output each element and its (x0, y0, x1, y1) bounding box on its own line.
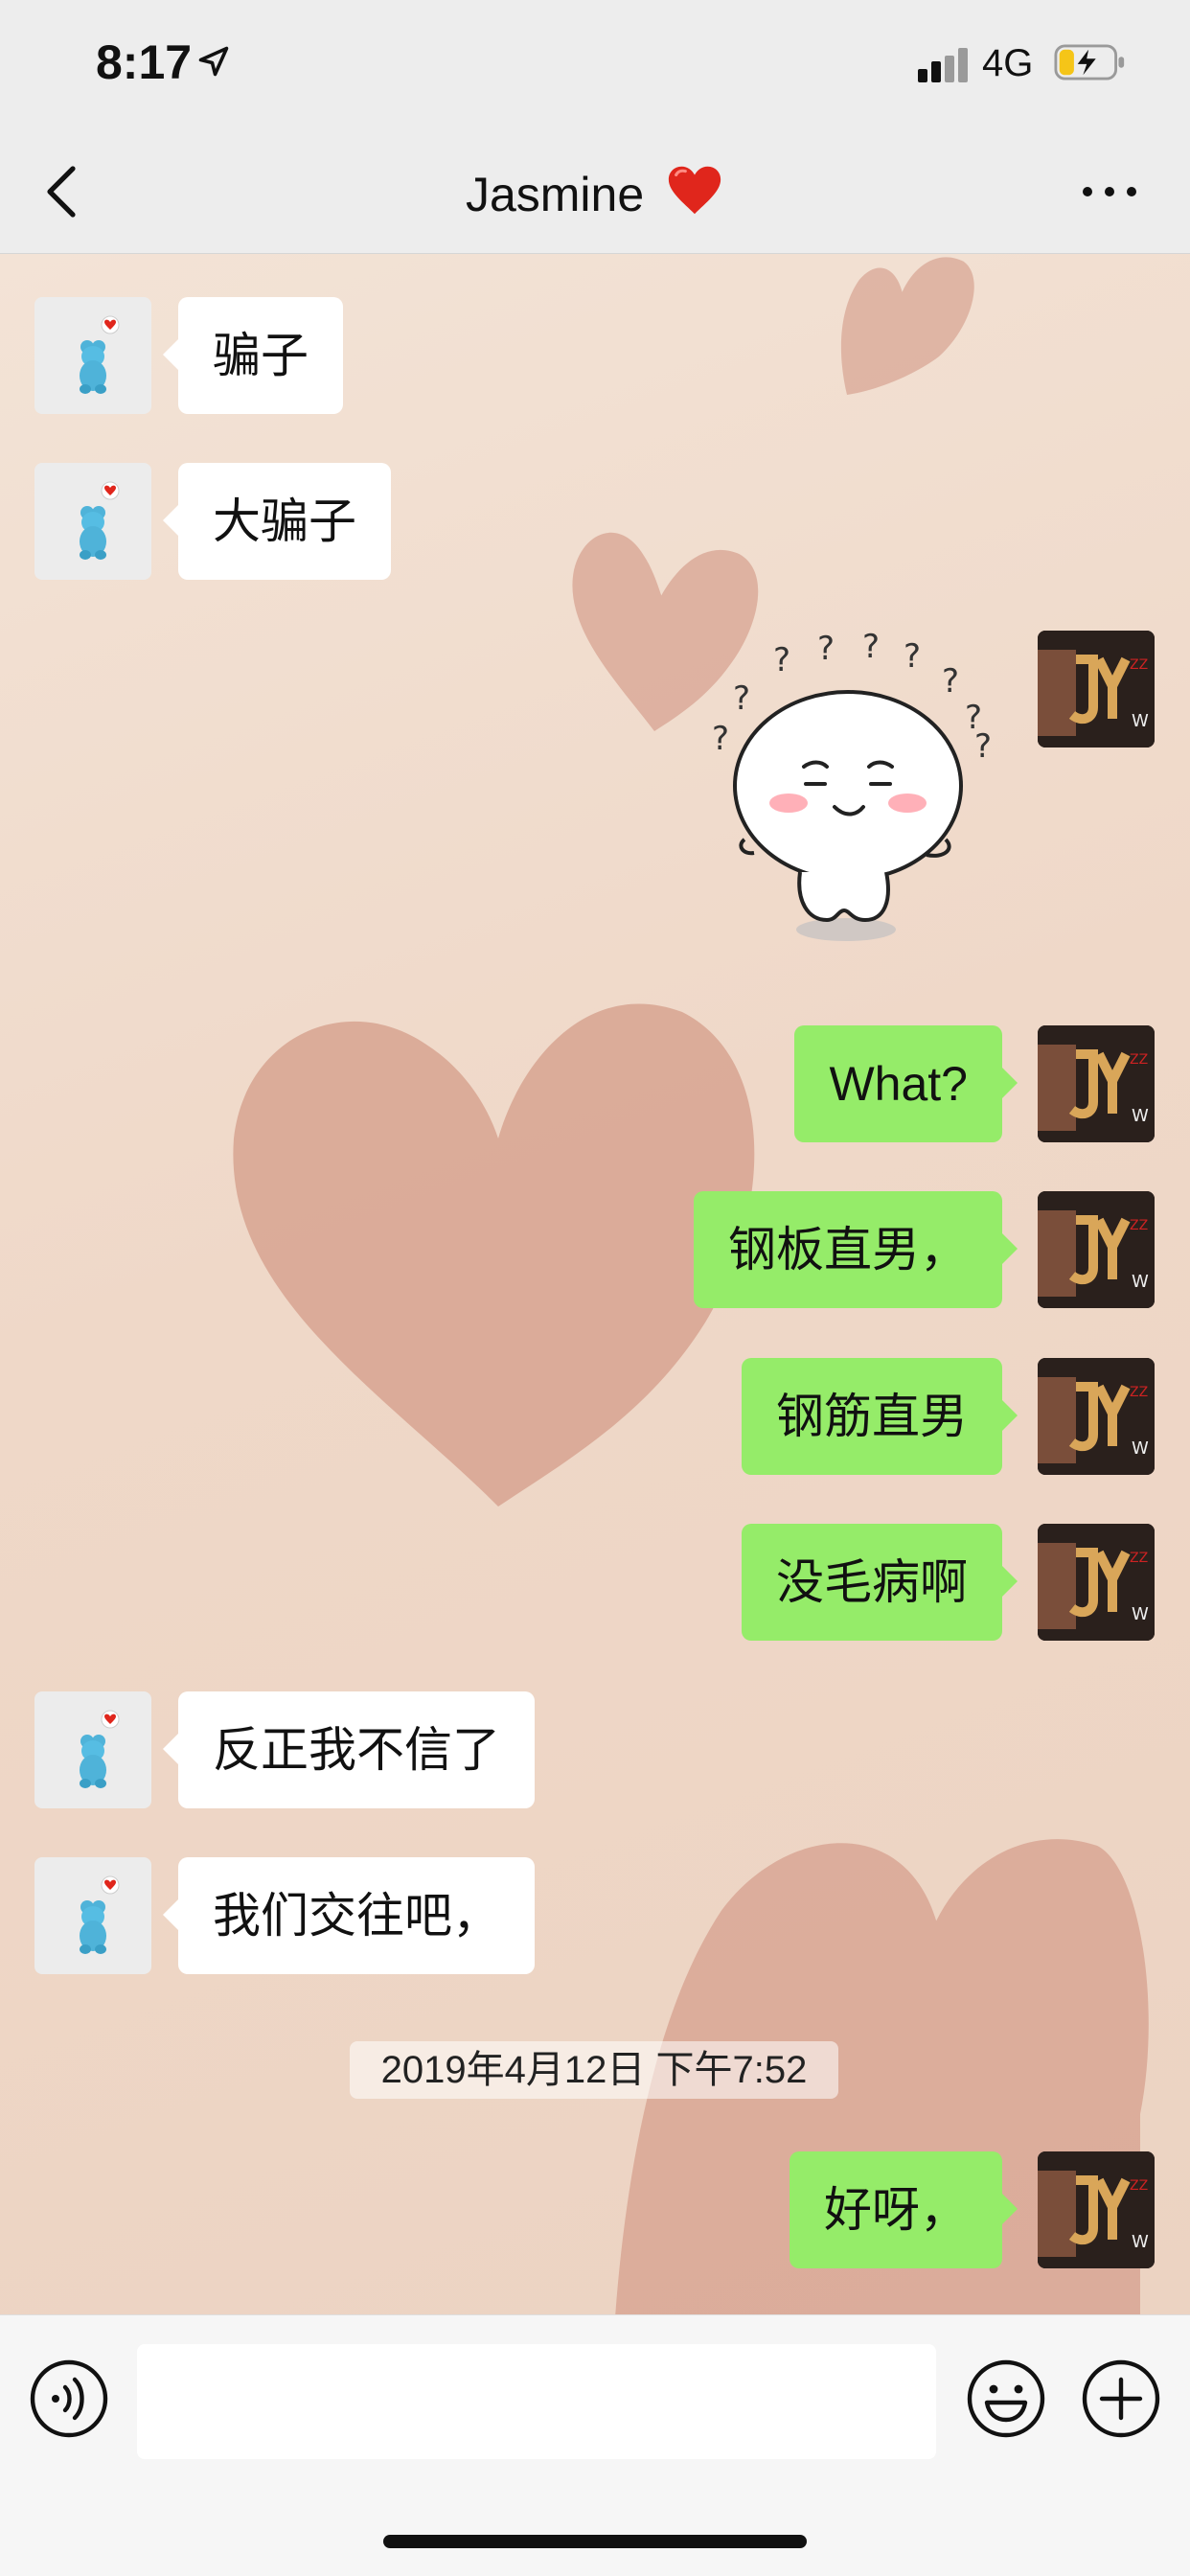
jy-avatar-icon: ZZ W (1038, 1358, 1155, 1475)
message-bubble-outgoing[interactable]: What? (794, 1025, 1018, 1142)
message-bubble-incoming[interactable]: 骗子 (163, 297, 343, 414)
svg-text:ZZ: ZZ (1130, 657, 1148, 673)
chat-area[interactable]: 骗子 大骗子 ZZ W ? ? ? ? ? ? ? ? ? What? ZZ W… (0, 254, 1190, 2314)
svg-text:ZZ: ZZ (1130, 1551, 1148, 1566)
message-bubble-incoming[interactable]: 反正我不信了 (163, 1691, 535, 1808)
jy-avatar-icon: ZZ W (1038, 2151, 1155, 2268)
chat-title: Jasmine (0, 163, 1190, 222)
svg-text:ZZ: ZZ (1130, 1052, 1148, 1068)
svg-text:W: W (1132, 2232, 1149, 2252)
svg-text:?: ? (904, 637, 921, 676)
message-bubble-outgoing[interactable]: 没毛病啊 (742, 1524, 1018, 1641)
svg-text:?: ? (733, 679, 750, 718)
voice-icon[interactable] (29, 2358, 109, 2439)
svg-text:?: ? (862, 632, 880, 666)
emoji-icon[interactable] (966, 2358, 1046, 2439)
confused-face-sticker[interactable]: ??? ??? ??? (704, 632, 1011, 958)
svg-text:?: ? (712, 720, 729, 758)
timestamp-divider: 2019年4月12日 下午7:52 (350, 2041, 838, 2099)
message-bubble-incoming[interactable]: 我们交往吧， (163, 1857, 535, 1974)
more-dots-icon[interactable] (1078, 177, 1141, 206)
svg-text:ZZ: ZZ (1130, 1218, 1148, 1233)
plus-icon[interactable] (1081, 2358, 1161, 2439)
user-avatar[interactable]: ZZ W (1038, 1191, 1155, 1308)
jy-avatar-icon: ZZ W (1038, 1025, 1155, 1142)
contact-avatar[interactable] (34, 297, 151, 414)
message-row: 没毛病啊 ZZ W (0, 1524, 1190, 1643)
signal-icon (918, 48, 968, 82)
jy-avatar-icon: ZZ W (1038, 1191, 1155, 1308)
svg-text:W: W (1132, 1438, 1149, 1459)
message-row: 大骗子 (0, 463, 1190, 582)
nav-bar: Jasmine (0, 125, 1190, 254)
heart-icon (668, 166, 721, 215)
input-bar (0, 2314, 1190, 2576)
message-row: 钢板直男， ZZ W (0, 1191, 1190, 1310)
message-bubble-outgoing[interactable]: 好呀， (790, 2151, 1018, 2268)
user-avatar[interactable]: ZZ W (1038, 631, 1155, 748)
svg-text:?: ? (773, 641, 790, 679)
svg-text:W: W (1132, 1272, 1149, 1292)
svg-text:ZZ: ZZ (1130, 2178, 1148, 2194)
status-time: 8:17 (96, 35, 193, 89)
gummy-bear-avatar-icon (80, 1875, 120, 1954)
message-input[interactable] (137, 2344, 936, 2459)
svg-text:W: W (1132, 1604, 1149, 1624)
user-avatar[interactable]: ZZ W (1038, 1524, 1155, 1641)
message-row: 我们交往吧， (0, 1857, 1190, 1976)
network-label: 4G (982, 42, 1034, 84)
location-arrow-icon (198, 46, 229, 77)
svg-text:W: W (1132, 711, 1149, 731)
jy-avatar-icon: ZZ W (1038, 631, 1155, 748)
message-bubble-outgoing[interactable]: 钢筋直男 (742, 1358, 1018, 1475)
message-bubble-incoming[interactable]: 大骗子 (163, 463, 391, 580)
svg-text:W: W (1132, 1106, 1149, 1126)
contact-avatar[interactable] (34, 463, 151, 580)
svg-text:?: ? (974, 727, 992, 766)
svg-text:?: ? (817, 632, 835, 668)
message-row: ZZ W (0, 631, 1190, 749)
user-avatar[interactable]: ZZ W (1038, 1358, 1155, 1475)
home-indicator[interactable] (383, 2535, 807, 2548)
gummy-bear-avatar-icon (80, 481, 120, 560)
status-bar: 8:17 4G (0, 0, 1190, 125)
gummy-bear-avatar-icon (80, 1710, 120, 1788)
gummy-bear-avatar-icon (80, 315, 120, 394)
contact-avatar[interactable] (34, 1857, 151, 1974)
user-avatar[interactable]: ZZ W (1038, 2151, 1155, 2268)
message-bubble-outgoing[interactable]: 钢板直男， (694, 1191, 1018, 1308)
contact-name: Jasmine (465, 168, 645, 221)
svg-text:ZZ: ZZ (1130, 1385, 1148, 1400)
user-avatar[interactable]: ZZ W (1038, 1025, 1155, 1142)
jy-avatar-icon: ZZ W (1038, 1524, 1155, 1641)
message-row: What? ZZ W (0, 1025, 1190, 1144)
message-row: 反正我不信了 (0, 1691, 1190, 1810)
message-row: 骗子 (0, 297, 1190, 416)
message-row: 好呀， ZZ W (0, 2151, 1190, 2270)
svg-text:?: ? (942, 662, 959, 701)
contact-avatar[interactable] (34, 1691, 151, 1808)
message-row: 钢筋直男 ZZ W (0, 1358, 1190, 1477)
battery-charging-icon (1054, 44, 1125, 80)
